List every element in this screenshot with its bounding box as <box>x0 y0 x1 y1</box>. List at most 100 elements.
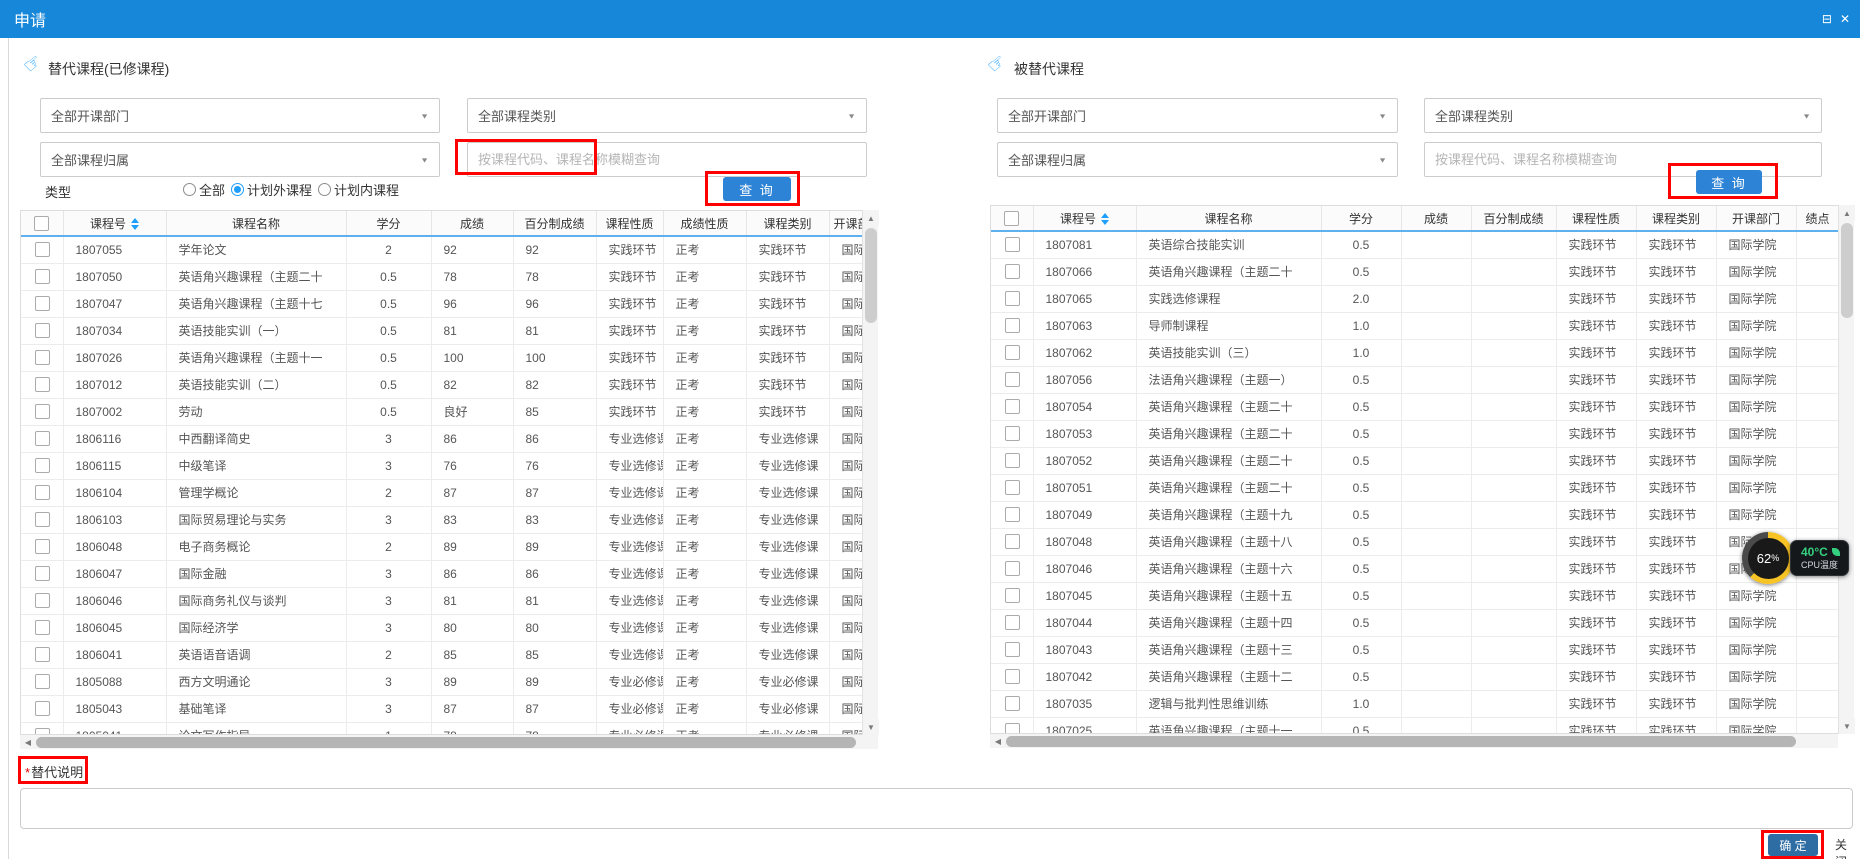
note-textarea[interactable] <box>20 788 1853 829</box>
scroll-up-icon[interactable]: ▲ <box>1839 205 1855 221</box>
scrollbar-thumb[interactable] <box>1006 736 1796 747</box>
row-checkbox[interactable] <box>991 717 1033 734</box>
select-all-checkbox[interactable] <box>991 206 1033 231</box>
table-row[interactable]: 1807051英语角兴趣课程（主题二十0.5实践环节实践环节国际学院 <box>991 474 1839 501</box>
row-checkbox[interactable] <box>21 263 63 290</box>
row-checkbox[interactable] <box>21 695 63 722</box>
table-row[interactable]: 1807043英语角兴趣课程（主题十三0.5实践环节实践环节国际学院 <box>991 636 1839 663</box>
row-checkbox[interactable] <box>21 506 63 533</box>
column-header[interactable]: 学分 <box>346 211 431 236</box>
column-header[interactable]: 百分制成绩 <box>513 211 596 236</box>
select-all-checkbox[interactable] <box>21 211 63 236</box>
column-header[interactable]: 课程性质 <box>596 211 663 236</box>
sort-icon[interactable] <box>1101 213 1109 225</box>
cpu-monitor-widget[interactable]: 62% 40°C CPU温度 <box>1742 532 1849 584</box>
scrollbar-thumb[interactable] <box>865 228 877 323</box>
table-row[interactable]: 1807002劳动0.5良好85实践环节正考实践环节国际学院 <box>21 398 863 425</box>
column-header[interactable]: 成绩 <box>1401 206 1471 231</box>
row-checkbox[interactable] <box>21 425 63 452</box>
table-row[interactable]: 1806041英语语音语调28585专业选修课正考专业选修课国际学院 <box>21 641 863 668</box>
table-row[interactable]: 1805041论文写作指导17878专业必修课正考专业必修课国际学院 <box>21 722 863 735</box>
table-row[interactable]: 1807034英语技能实训（一）0.58181实践环节正考实践环节国际学院 <box>21 317 863 344</box>
right-query-button[interactable]: 查 询 <box>1696 170 1762 194</box>
table-row[interactable]: 1807066英语角兴趣课程（主题二十0.5实践环节实践环节国际学院 <box>991 258 1839 285</box>
table-row[interactable]: 1807056法语角兴趣课程（主题一）0.5实践环节实践环节国际学院 <box>991 366 1839 393</box>
row-checkbox[interactable] <box>991 231 1033 258</box>
table-row[interactable]: 1807025英语角兴趣课程（主题十一0.5实践环节实践环节国际学院 <box>991 717 1839 734</box>
column-header[interactable]: 课程名称 <box>1136 206 1321 231</box>
minimize-icon[interactable]: ⊟ <box>1822 12 1832 26</box>
right-search-input[interactable] <box>1424 142 1822 177</box>
column-header[interactable]: 开课部门 <box>829 211 863 236</box>
table-row[interactable]: 1806047国际金融38686专业选修课正考专业选修课国际学院 <box>21 560 863 587</box>
row-checkbox[interactable] <box>21 614 63 641</box>
left-category-select[interactable]: 全部课程类别▼ <box>467 98 867 133</box>
row-checkbox[interactable] <box>21 722 63 735</box>
table-row[interactable]: 1807035逻辑与批判性思维训练1.0实践环节实践环节国际学院 <box>991 690 1839 717</box>
row-checkbox[interactable] <box>991 474 1033 501</box>
table-row[interactable]: 1807048英语角兴趣课程（主题十八0.5实践环节实践环节国际学院 <box>991 528 1839 555</box>
left-search-input[interactable] <box>467 142 867 177</box>
column-header[interactable]: 课程类别 <box>746 211 829 236</box>
column-header[interactable]: 课程号 <box>63 211 166 236</box>
table-row[interactable]: 1807046英语角兴趣课程（主题十六0.5实践环节实践环节国际学院 <box>991 555 1839 582</box>
row-checkbox[interactable] <box>21 398 63 425</box>
scroll-left-icon[interactable]: ◀ <box>990 734 1006 748</box>
scroll-left-icon[interactable]: ◀ <box>20 735 36 749</box>
table-row[interactable]: 1807012英语技能实训（二）0.58282实践环节正考实践环节国际学院 <box>21 371 863 398</box>
row-checkbox[interactable] <box>21 668 63 695</box>
table-row[interactable]: 1806115中级笔译37676专业选修课正考专业选修课国际学院 <box>21 452 863 479</box>
table-row[interactable]: 1807045英语角兴趣课程（主题十五0.5实践环节实践环节国际学院 <box>991 582 1839 609</box>
row-checkbox[interactable] <box>991 285 1033 312</box>
row-checkbox[interactable] <box>991 528 1033 555</box>
table-row[interactable]: 1807049英语角兴趣课程（主题十九0.5实践环节实践环节国际学院 <box>991 501 1839 528</box>
table-row[interactable]: 1807050英语角兴趣课程（主题二十0.57878实践环节正考实践环节国际学院 <box>21 263 863 290</box>
table-row[interactable]: 1807065实践选修课程2.0实践环节实践环节国际学院 <box>991 285 1839 312</box>
column-header[interactable]: 成绩 <box>431 211 513 236</box>
table-row[interactable]: 1807055学年论文29292实践环节正考实践环节国际学院 <box>21 236 863 263</box>
row-checkbox[interactable] <box>991 339 1033 366</box>
column-header[interactable]: 课程名称 <box>166 211 346 236</box>
left-table-hscrollbar[interactable]: ◀ <box>20 735 878 749</box>
scrollbar-thumb[interactable] <box>36 737 856 748</box>
close-icon[interactable]: ✕ <box>1840 12 1850 26</box>
column-header[interactable]: 成绩性质 <box>663 211 746 236</box>
row-checkbox[interactable] <box>21 371 63 398</box>
table-row[interactable]: 1806116中西翻译简史38686专业选修课正考专业选修课国际学院 <box>21 425 863 452</box>
table-row[interactable]: 1807054英语角兴趣课程（主题二十0.5实践环节实践环节国际学院 <box>991 393 1839 420</box>
scroll-down-icon[interactable]: ▼ <box>1839 718 1855 734</box>
right-department-select[interactable]: 全部开课部门▼ <box>997 98 1398 133</box>
row-checkbox[interactable] <box>991 609 1033 636</box>
right-belong-select[interactable]: 全部课程归属▼ <box>997 142 1398 177</box>
row-checkbox[interactable] <box>991 636 1033 663</box>
left-query-button[interactable]: 查 询 <box>723 177 791 201</box>
table-row[interactable]: 1806104管理学概论28787专业选修课正考专业选修课国际学院 <box>21 479 863 506</box>
type-radio-全部[interactable]: 全部 <box>183 180 225 199</box>
scrollbar-thumb[interactable] <box>1841 223 1853 318</box>
type-radio-计划内课程[interactable]: 计划内课程 <box>318 180 399 199</box>
row-checkbox[interactable] <box>991 447 1033 474</box>
column-header[interactable]: 课程性质 <box>1556 206 1636 231</box>
table-row[interactable]: 1806046国际商务礼仪与谈判38181专业选修课正考专业选修课国际学院 <box>21 587 863 614</box>
confirm-button[interactable]: 确 定 <box>1768 834 1818 856</box>
table-row[interactable]: 1806045国际经济学38080专业选修课正考专业选修课国际学院 <box>21 614 863 641</box>
column-header[interactable]: 课程号 <box>1033 206 1136 231</box>
row-checkbox[interactable] <box>21 290 63 317</box>
table-row[interactable]: 1807026英语角兴趣课程（主题十一0.5100100实践环节正考实践环节国际… <box>21 344 863 371</box>
scroll-up-icon[interactable]: ▲ <box>863 210 879 226</box>
table-row[interactable]: 1807052英语角兴趣课程（主题二十0.5实践环节实践环节国际学院 <box>991 447 1839 474</box>
left-department-select[interactable]: 全部开课部门▼ <box>40 98 440 133</box>
left-table-vscrollbar[interactable]: ▲ ▼ <box>862 210 878 735</box>
row-checkbox[interactable] <box>991 501 1033 528</box>
scroll-down-icon[interactable]: ▼ <box>863 719 879 735</box>
table-row[interactable]: 1806103国际贸易理论与实务38383专业选修课正考专业选修课国际学院 <box>21 506 863 533</box>
column-header[interactable]: 绩点 <box>1796 206 1839 231</box>
table-row[interactable]: 1807062英语技能实训（三）1.0实践环节实践环节国际学院 <box>991 339 1839 366</box>
row-checkbox[interactable] <box>21 479 63 506</box>
table-row[interactable]: 1807081英语综合技能实训0.5实践环节实践环节国际学院 <box>991 231 1839 258</box>
row-checkbox[interactable] <box>991 582 1033 609</box>
right-table-vscrollbar[interactable]: ▲ ▼ <box>1838 205 1854 734</box>
table-row[interactable]: 1805088西方文明通论38989专业必修课正考专业必修课国际学院 <box>21 668 863 695</box>
right-table-hscrollbar[interactable]: ◀ <box>990 734 1838 748</box>
row-checkbox[interactable] <box>991 663 1033 690</box>
